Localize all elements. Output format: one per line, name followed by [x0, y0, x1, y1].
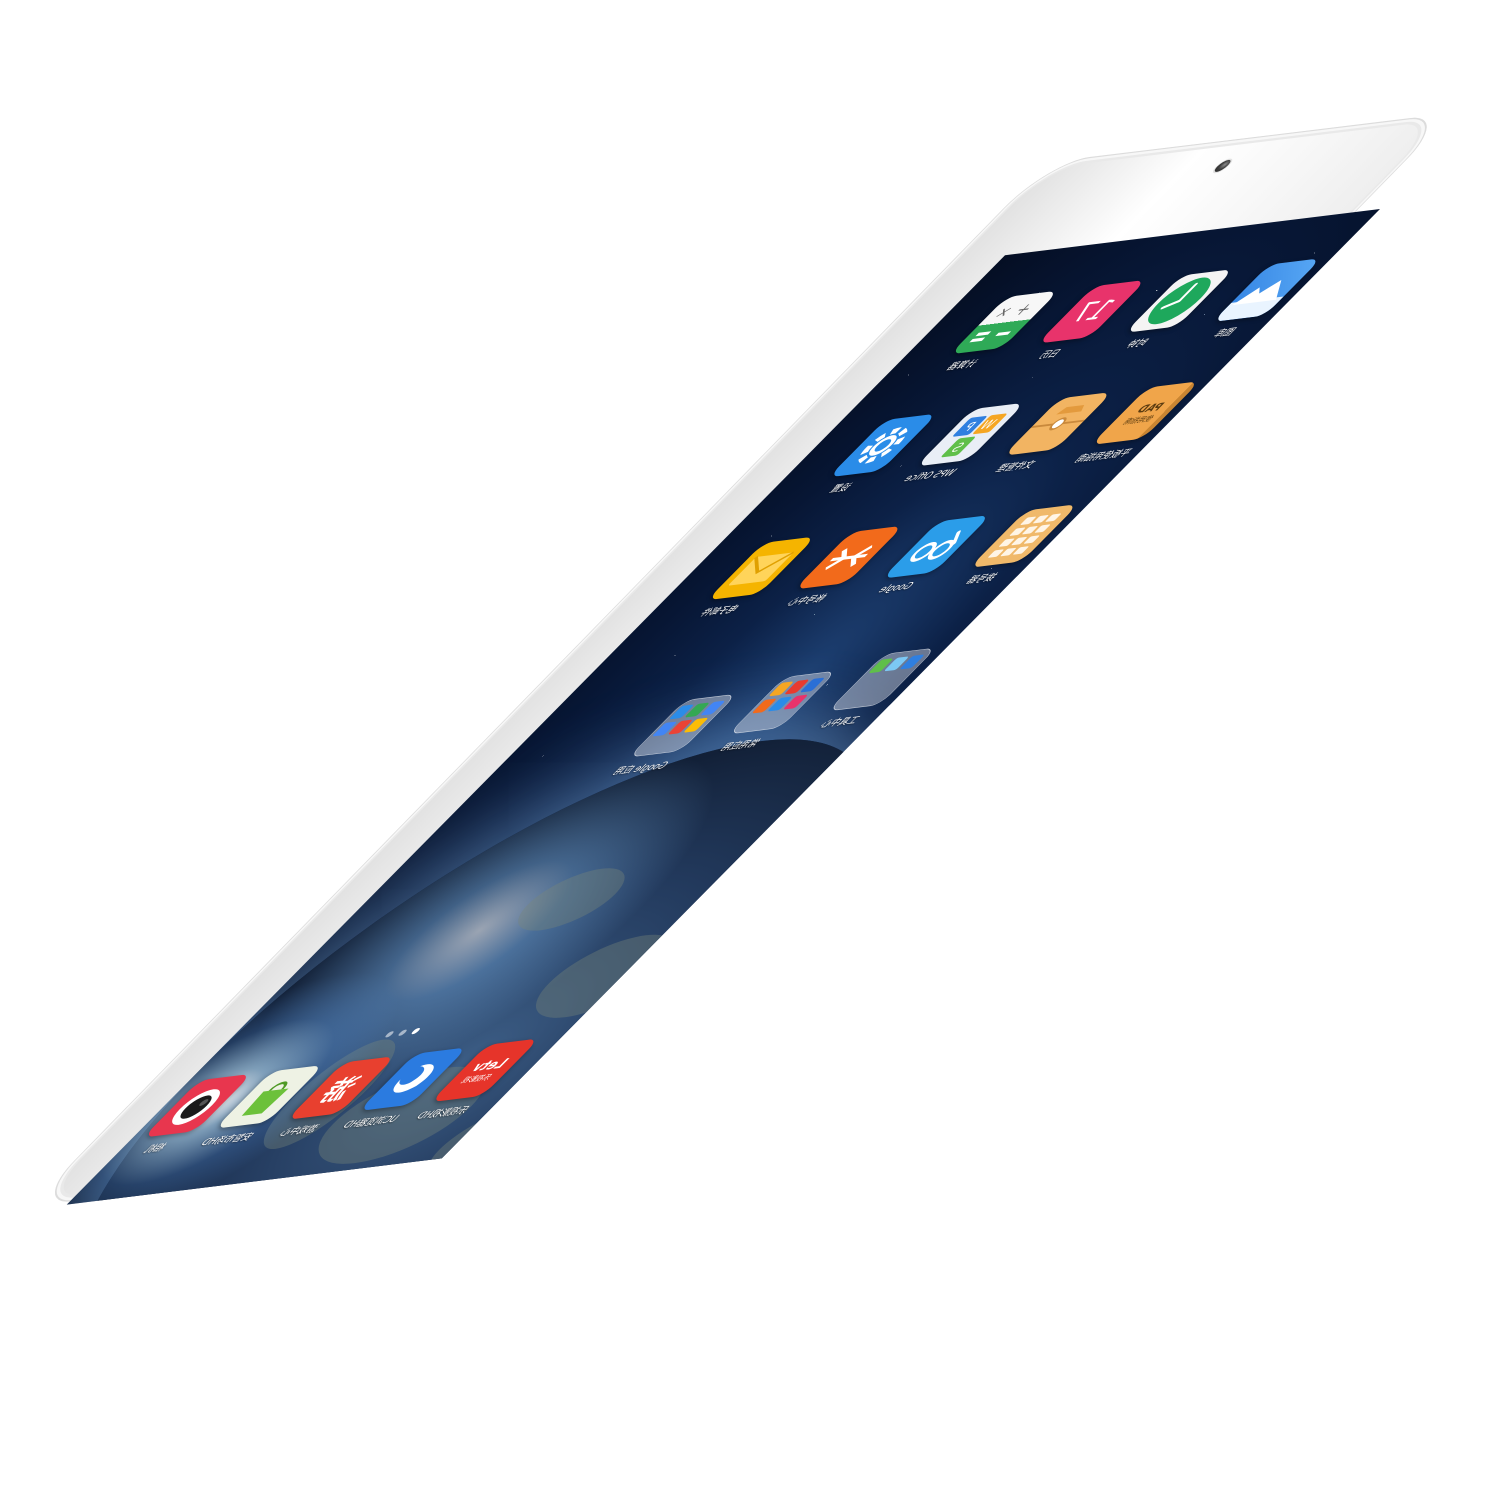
home-screen[interactable]: 图库 时钟 17 日历 + × 计算器 PAD 使用指南 平板使用指南 文件管理 W P S WPS Off…	[66, 209, 1380, 1205]
app-label: 相机	[140, 1142, 170, 1156]
landmass	[508, 928, 702, 1025]
folder-label: 工具中心	[816, 714, 863, 731]
app-label: WPS Office	[900, 467, 960, 485]
app-label: 帐号中心	[783, 592, 830, 609]
app-label: 安智市场HD	[197, 1131, 257, 1149]
folder-label: 常用应用	[717, 737, 763, 754]
app-label: 计算器	[943, 358, 981, 373]
app-label: 日历	[1035, 348, 1064, 362]
app-label: 时钟	[1122, 337, 1152, 351]
app-label: 电子邮件	[695, 603, 742, 619]
folder-label: Google 应用	[609, 759, 672, 778]
tablet-photo: 图库 时钟 17 日历 + × 计算器 PAD 使用指南 平板使用指南 文件管理 W P S WPS Off…	[0, 0, 1500, 1500]
app-label: 设置	[826, 481, 855, 495]
app-label: 平板使用指南	[1071, 447, 1135, 465]
front-camera-icon	[1211, 159, 1234, 173]
landmass	[497, 863, 646, 936]
app-label: 图库	[1210, 326, 1239, 340]
app-label: 乐视影视HD	[412, 1104, 472, 1122]
app-label: 游戏中心	[275, 1123, 322, 1139]
guide-subtitle: 使用指南	[1120, 413, 1157, 427]
app-label: Google	[875, 580, 917, 596]
letv-logo-subtext: 乐视影视	[458, 1072, 495, 1085]
app-label: UC浏览器HD	[339, 1113, 402, 1131]
app-label: 文件管理	[992, 459, 1039, 475]
svg-text:+: +	[1008, 299, 1040, 320]
app-label: 拨号器	[962, 571, 1000, 587]
